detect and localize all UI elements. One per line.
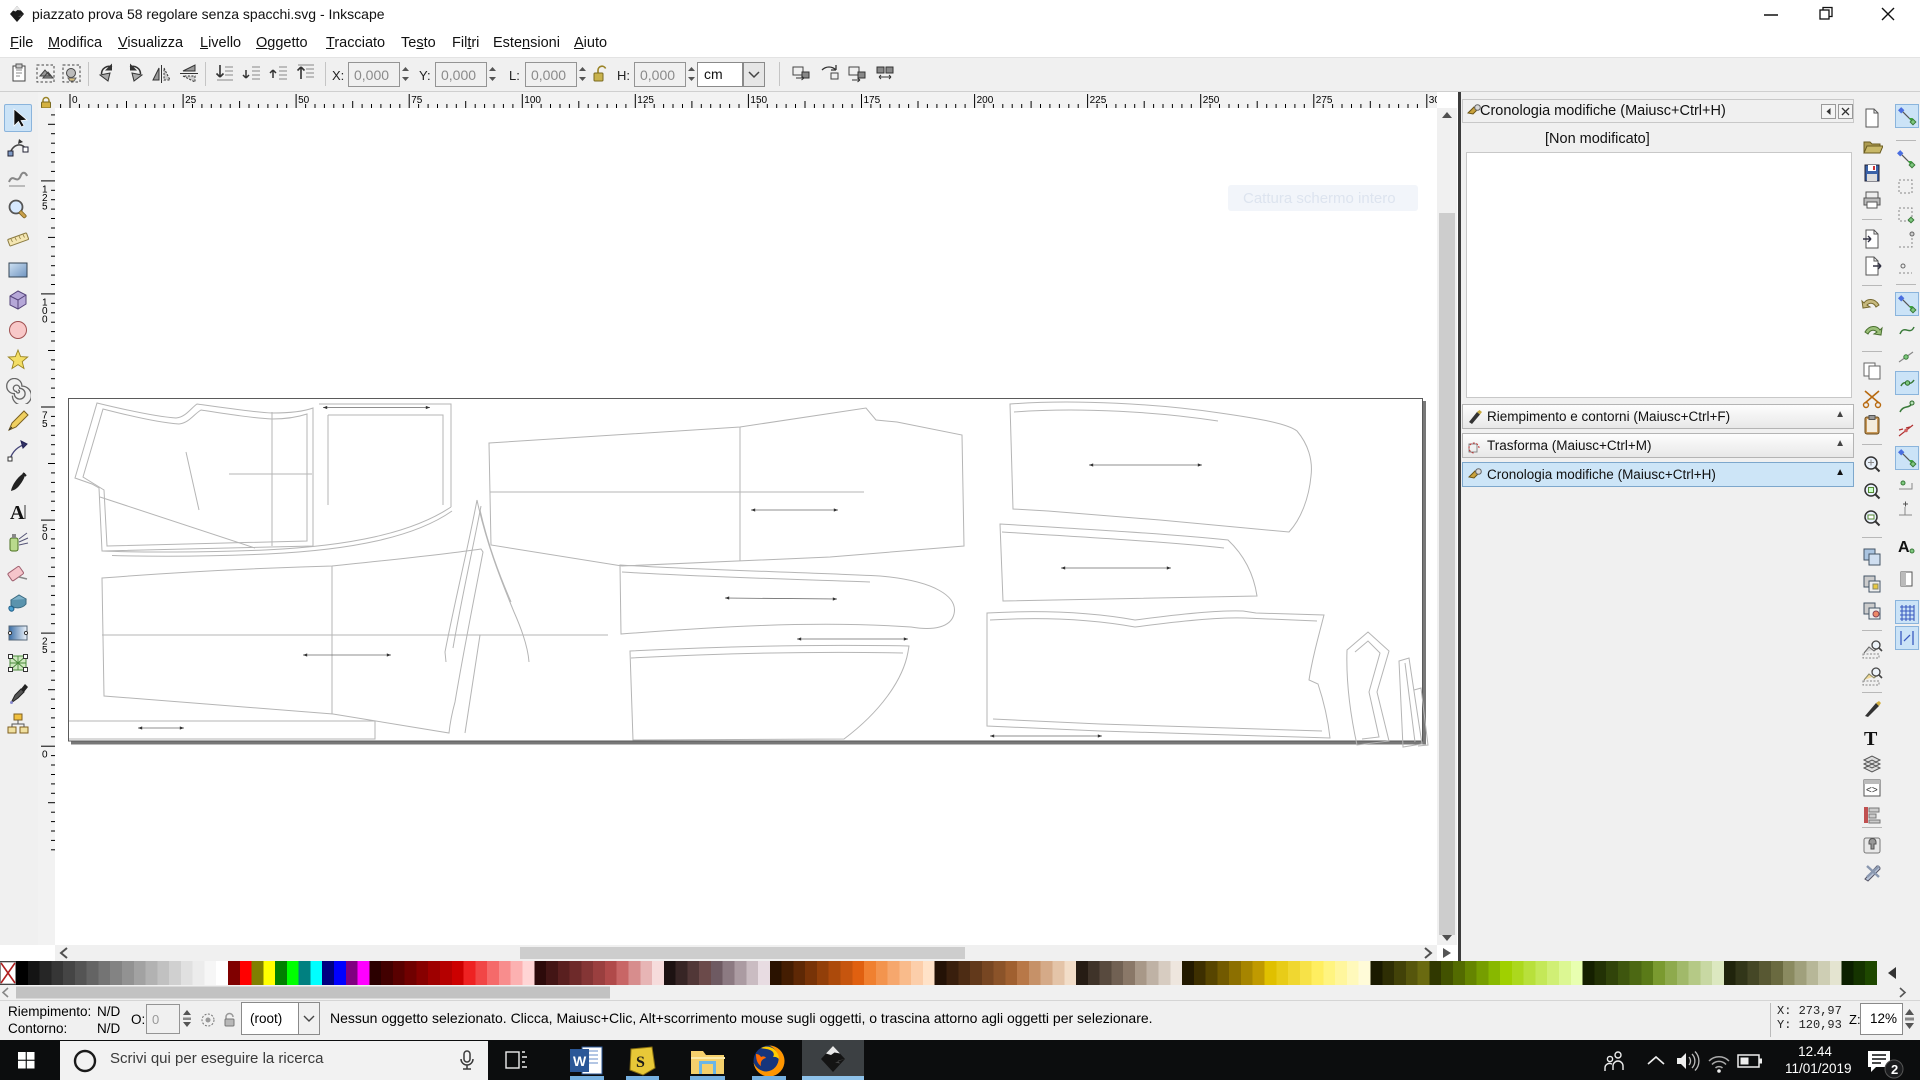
svg-text:0: 0: [72, 95, 78, 106]
svg-text:175: 175: [864, 95, 881, 106]
svg-text:25: 25: [185, 95, 197, 106]
svg-text:0: 0: [42, 532, 48, 543]
svg-text:75: 75: [411, 95, 423, 106]
svg-text:A: A: [10, 502, 25, 524]
svg-text:T: T: [1864, 728, 1878, 748]
svg-text:300: 300: [1429, 95, 1437, 106]
svg-text:5: 5: [42, 201, 48, 212]
svg-text:A: A: [1898, 539, 1910, 556]
svg-text:0: 0: [42, 314, 48, 325]
svg-text:200: 200: [977, 95, 994, 106]
svg-text:125: 125: [637, 95, 654, 106]
svg-text:225: 225: [1090, 95, 1107, 106]
svg-text:275: 275: [1316, 95, 1333, 106]
svg-text:W: W: [573, 1053, 587, 1069]
svg-text:150: 150: [750, 95, 767, 106]
svg-text:5: 5: [42, 419, 48, 430]
svg-text:100: 100: [524, 95, 541, 106]
svg-text:<>: <>: [1866, 785, 1878, 796]
svg-text:50: 50: [298, 95, 310, 106]
svg-text:250: 250: [1203, 95, 1220, 106]
svg-text:0: 0: [42, 750, 48, 761]
svg-text:2: 2: [1891, 1062, 1898, 1077]
svg-text:5: 5: [42, 645, 48, 656]
svg-text:S: S: [636, 1054, 645, 1071]
